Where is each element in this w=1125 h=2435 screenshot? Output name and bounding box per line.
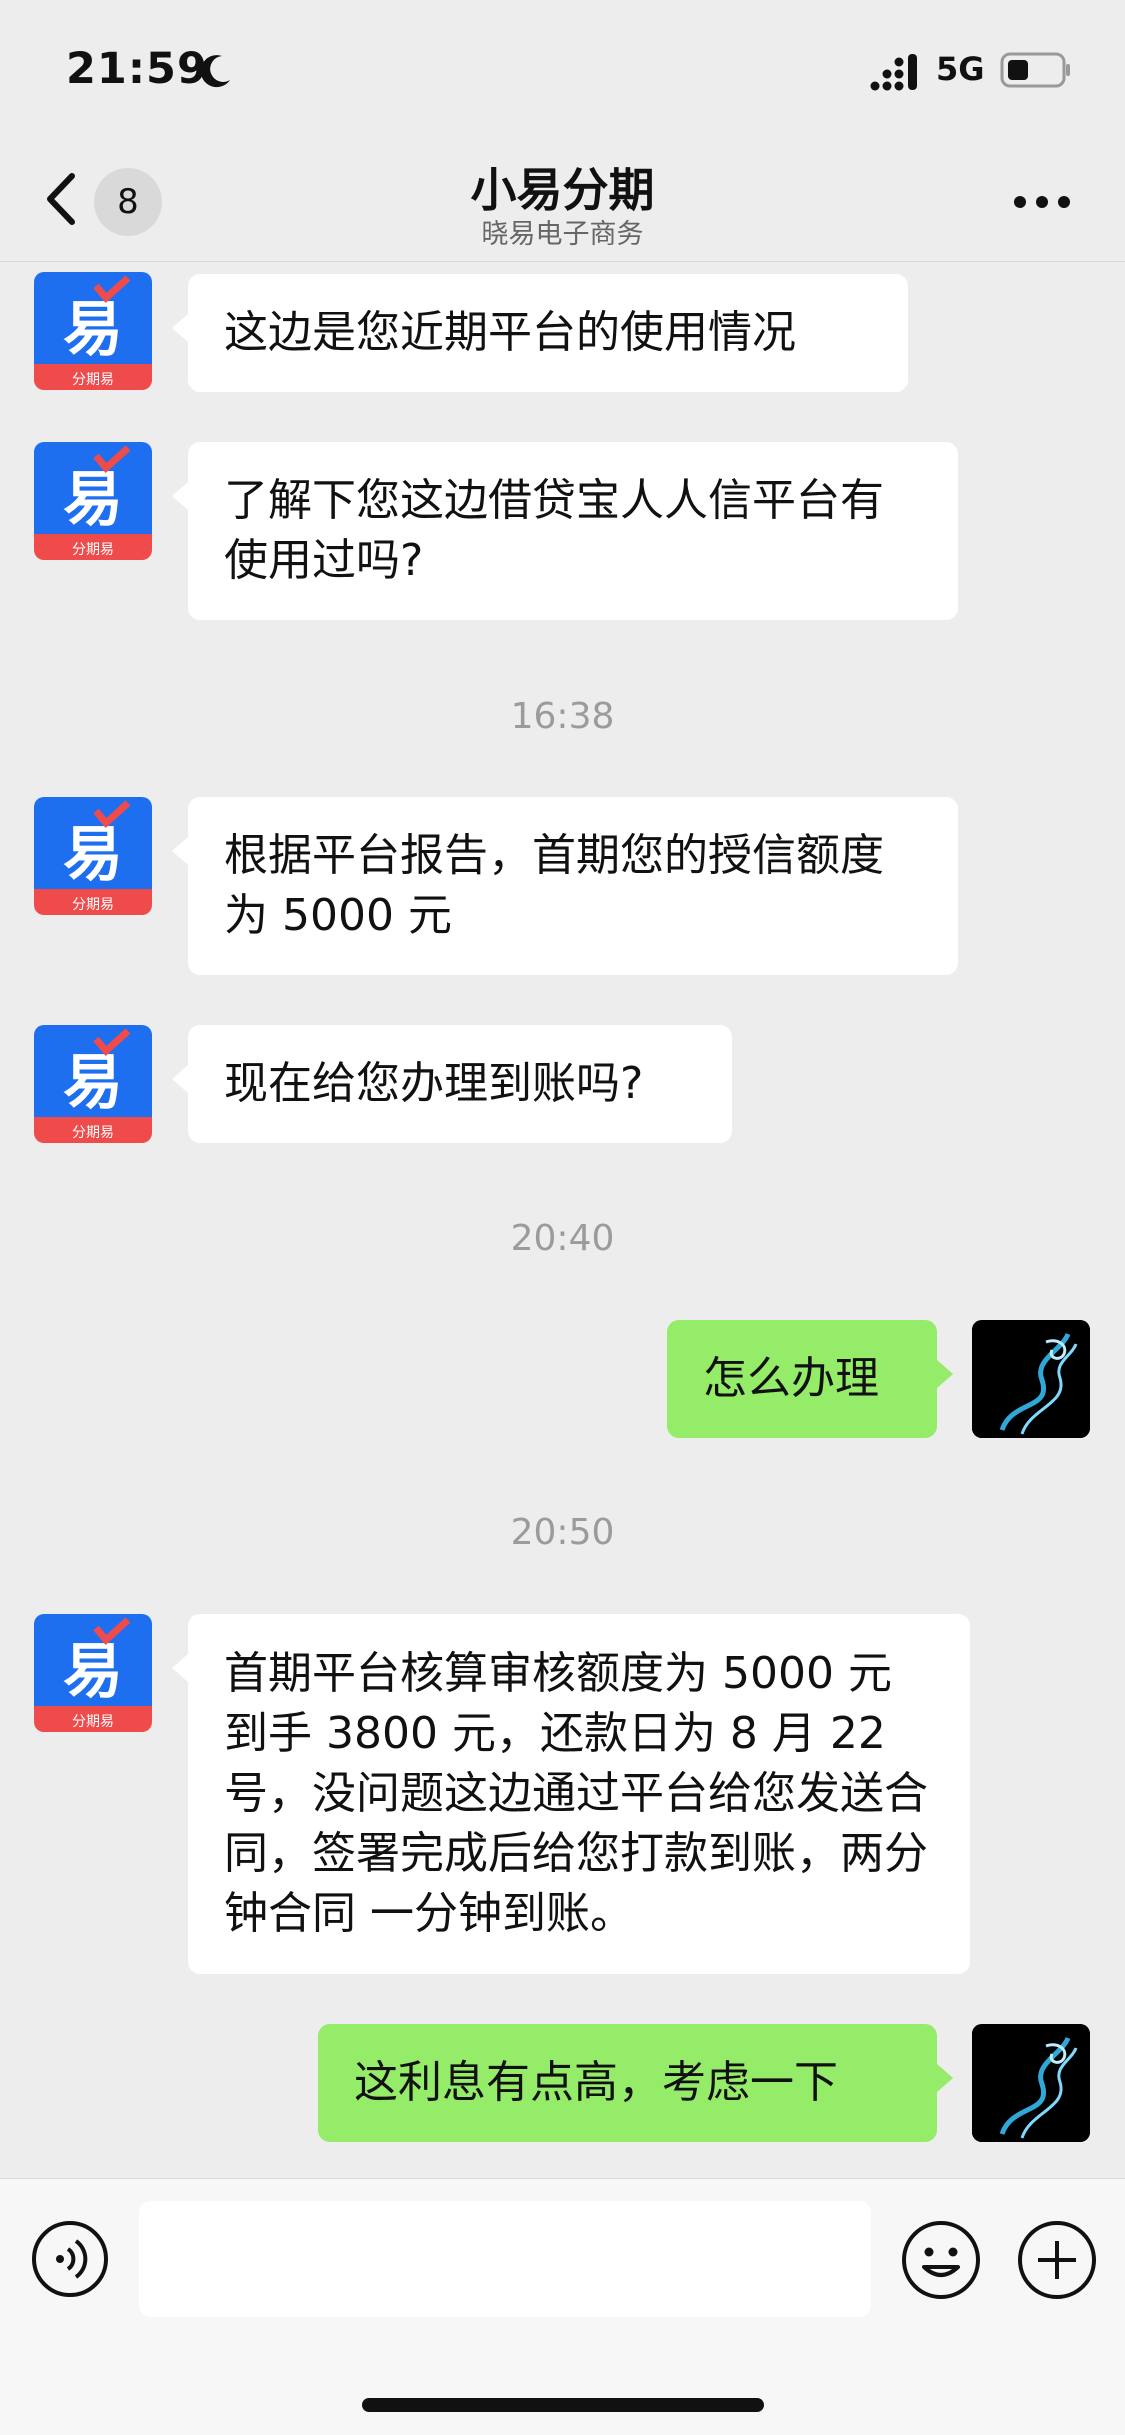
moon-icon xyxy=(200,55,230,88)
bot-avatar[interactable]: 易 分期易 xyxy=(34,1025,152,1143)
message-bubble-self[interactable]: 这利息有点高，考虑一下 xyxy=(318,2024,953,2142)
bot-avatar[interactable]: 易 分期易 xyxy=(34,1614,152,1732)
message-bubble[interactable]: 了解下您这边借贷宝人人信平台有使用过吗? xyxy=(172,442,958,620)
voice-icon[interactable] xyxy=(30,2219,110,2299)
timestamp: 16:38 xyxy=(510,696,615,737)
message-text: 根据平台报告，首期您的授信额度为 5000 元 xyxy=(224,830,884,941)
bot-avatar-label: 分期易 xyxy=(72,1125,114,1141)
bot-avatar[interactable]: 易 分期易 xyxy=(34,797,152,915)
status-bar: 21:59 5G xyxy=(0,0,1125,140)
network-label: 5G xyxy=(936,50,985,88)
svg-text:易: 易 xyxy=(63,295,123,365)
svg-text:易: 易 xyxy=(63,1048,123,1118)
input-bar xyxy=(0,2178,1125,2435)
message-input[interactable] xyxy=(139,2201,871,2317)
bot-avatar-label: 分期易 xyxy=(72,897,114,913)
message-bubble[interactable]: 这边是您近期平台的使用情况 xyxy=(172,274,908,392)
svg-text:易: 易 xyxy=(63,1637,123,1707)
nav-bar: 8 小易分期 晓易电子商务 xyxy=(0,140,1125,262)
message-text: 这边是您近期平台的使用情况 xyxy=(224,307,796,358)
message-bubble-self[interactable]: 怎么办理 xyxy=(667,1320,953,1438)
chat-subtitle: 晓易电子商务 xyxy=(481,219,644,250)
message-bubble[interactable]: 现在给您办理到账吗? xyxy=(172,1025,732,1143)
message-bubble[interactable]: 首期平台核算审核额度为 5000 元到手 3800 元，还款日为 8 月 22 … xyxy=(172,1614,970,1974)
user-avatar[interactable] xyxy=(972,1320,1090,1438)
timestamp: 20:50 xyxy=(510,1512,615,1553)
signal-icon xyxy=(870,54,917,91)
message-text: 首期平台核算审核额度为 5000 元到手 3800 元，还款日为 8 月 22 … xyxy=(224,1648,928,1939)
message-bubble[interactable]: 根据平台报告，首期您的授信额度为 5000 元 xyxy=(172,797,958,975)
bot-avatar-label: 分期易 xyxy=(72,1714,114,1730)
bot-avatar[interactable]: 易 分期易 xyxy=(34,442,152,560)
svg-text:易: 易 xyxy=(63,465,123,535)
svg-text:易: 易 xyxy=(63,820,123,890)
message-text: 怎么办理 xyxy=(703,1353,879,1404)
timestamp: 20:40 xyxy=(510,1218,615,1259)
more-icon[interactable] xyxy=(1010,182,1074,222)
battery-icon xyxy=(1000,52,1070,88)
bot-avatar-label: 分期易 xyxy=(72,542,114,558)
message-text: 了解下您这边借贷宝人人信平台有使用过吗? xyxy=(224,475,884,586)
emoji-icon[interactable] xyxy=(900,2219,982,2301)
add-icon[interactable] xyxy=(1016,2219,1098,2301)
user-avatar[interactable] xyxy=(972,2024,1090,2142)
message-text: 这利息有点高，考虑一下 xyxy=(354,2057,838,2108)
message-text: 现在给您办理到账吗? xyxy=(224,1058,644,1109)
home-indicator[interactable] xyxy=(362,2398,764,2412)
bot-avatar[interactable]: 易 分期易 xyxy=(34,272,152,390)
bot-avatar-label: 分期易 xyxy=(72,372,114,388)
chat-title: 小易分期 xyxy=(470,163,655,217)
status-time: 21:59 xyxy=(66,44,208,94)
